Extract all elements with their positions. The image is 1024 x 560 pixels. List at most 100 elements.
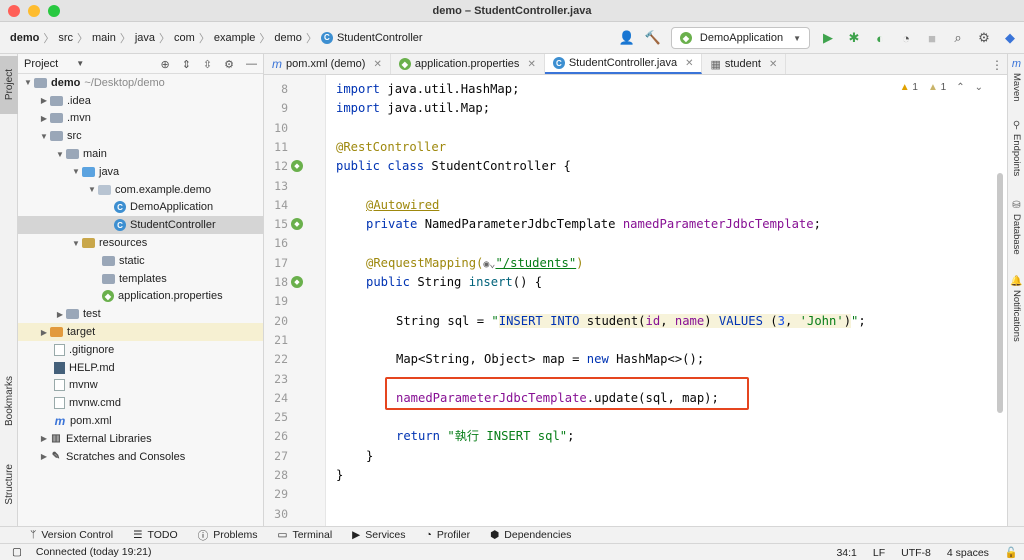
- layout-icon[interactable]: ▢: [12, 546, 22, 558]
- chevron-up-icon[interactable]: ⌃: [956, 82, 964, 93]
- breadcrumb-item[interactable]: src: [58, 32, 73, 44]
- spring-autowired-gutter-icon[interactable]: ◆: [291, 218, 303, 230]
- tab-dependencies[interactable]: ⬢ Dependencies: [490, 529, 571, 541]
- chevron-down-icon[interactable]: ▼: [22, 78, 34, 87]
- tree-item[interactable]: ▼ src: [18, 127, 263, 145]
- inspection-widget[interactable]: ▲ 1 ▲ 1 ⌃ ⌄: [900, 82, 983, 93]
- gear-icon[interactable]: ⚙: [224, 58, 234, 71]
- tree-item[interactable]: ▼ resources: [18, 234, 263, 252]
- stop-icon[interactable]: ■: [924, 30, 940, 46]
- profile-icon[interactable]: ◔: [898, 30, 914, 46]
- close-tab-icon[interactable]: ✕: [527, 59, 535, 70]
- debug-icon[interactable]: ✱: [846, 30, 862, 46]
- close-tab-icon[interactable]: ✕: [685, 58, 693, 69]
- chevron-down-icon[interactable]: ⌄: [975, 82, 983, 93]
- chevron-down-icon[interactable]: ▼: [76, 59, 84, 68]
- tab-student-table[interactable]: ▦ student ✕: [702, 54, 787, 74]
- chevron-down-icon[interactable]: ▼: [70, 167, 82, 176]
- tree-item[interactable]: ▶ test: [18, 305, 263, 323]
- close-tab-icon[interactable]: ✕: [373, 59, 381, 70]
- tab-structure-tool[interactable]: Structure: [0, 454, 18, 514]
- tab-application-properties[interactable]: ◆ application.properties ✕: [391, 54, 545, 74]
- minimize-window-button[interactable]: [28, 5, 40, 17]
- tab-project-tool[interactable]: Project: [0, 56, 18, 114]
- tab-pom-xml[interactable]: m pom.xml (demo) ✕: [264, 54, 391, 74]
- build-hammer-icon[interactable]: 🔨: [645, 30, 661, 46]
- tree-item[interactable]: ▶ ▥ External Libraries: [18, 430, 263, 448]
- caret-position[interactable]: 34:1: [836, 547, 856, 559]
- search-icon[interactable]: ⌕: [950, 30, 966, 46]
- jetbrains-logo-icon[interactable]: ◆: [1002, 30, 1018, 46]
- tree-item[interactable]: C StudentController: [18, 216, 263, 235]
- tree-item[interactable]: static: [18, 252, 263, 270]
- tab-bookmarks-tool[interactable]: Bookmarks: [0, 366, 18, 436]
- tree-item[interactable]: ▶ ✎ Scratches and Consoles: [18, 448, 263, 466]
- tree-item[interactable]: templates: [18, 270, 263, 288]
- weak-warning-count[interactable]: ▲ 1: [928, 82, 946, 93]
- file-encoding[interactable]: UTF-8: [901, 547, 931, 559]
- tab-maven-tool[interactable]: m Maven: [1008, 58, 1024, 102]
- editor-scrollbar[interactable]: [997, 173, 1003, 413]
- tree-item[interactable]: .gitignore: [18, 341, 263, 359]
- breadcrumb-item[interactable]: demo: [10, 32, 39, 44]
- indent-setting[interactable]: 4 spaces: [947, 547, 989, 559]
- tree-item[interactable]: ▼ main: [18, 145, 263, 163]
- tree-item[interactable]: HELP.md: [18, 359, 263, 377]
- tab-services[interactable]: ▶ Services: [352, 529, 405, 541]
- tree-item[interactable]: ◆ application.properties: [18, 288, 263, 306]
- chevron-down-icon[interactable]: ▼: [86, 185, 98, 194]
- chevron-down-icon[interactable]: ▼: [38, 132, 50, 141]
- tree-item[interactable]: ▶ target: [18, 323, 263, 341]
- tree-item[interactable]: ▶ .mvn: [18, 110, 263, 128]
- hide-icon[interactable]: —: [246, 58, 257, 70]
- code-editor[interactable]: 8 9 10 11 12 13 14 15 16 17 18 19 20 21 …: [264, 75, 1007, 526]
- lock-icon[interactable]: 🔓: [1005, 546, 1018, 559]
- tree-item[interactable]: ▼ java: [18, 163, 263, 181]
- line-separator[interactable]: LF: [873, 547, 885, 559]
- locate-icon[interactable]: ⊕: [160, 58, 169, 71]
- chevron-down-icon[interactable]: ▼: [70, 239, 82, 248]
- tree-item[interactable]: ▼ com.example.demo: [18, 181, 263, 199]
- warning-count[interactable]: ▲ 1: [900, 82, 918, 93]
- tree-item[interactable]: ▼ demo ~/Desktop/demo: [18, 74, 263, 92]
- coverage-icon[interactable]: ◐: [872, 30, 888, 46]
- tab-version-control[interactable]: ᛘ Version Control: [30, 529, 113, 541]
- gear-icon[interactable]: ⚙: [976, 30, 992, 46]
- chevron-right-icon[interactable]: ▶: [38, 114, 50, 123]
- close-tab-icon[interactable]: ✕: [769, 59, 777, 70]
- breadcrumb-item[interactable]: com: [174, 32, 195, 44]
- expand-all-icon[interactable]: ⇳: [203, 58, 212, 71]
- globe-icon[interactable]: ◉⌄: [483, 259, 495, 270]
- chevron-right-icon[interactable]: ▶: [54, 310, 66, 319]
- chevron-right-icon[interactable]: ▶: [38, 96, 50, 105]
- collapse-all-icon[interactable]: ⇕: [182, 58, 191, 71]
- chevron-down-icon[interactable]: ▼: [54, 150, 66, 159]
- chevron-right-icon[interactable]: ▶: [38, 452, 50, 461]
- spring-endpoint-gutter-icon[interactable]: ◆: [291, 276, 303, 288]
- zoom-window-button[interactable]: [48, 5, 60, 17]
- spring-bean-gutter-icon[interactable]: ◆: [291, 160, 303, 172]
- tree-item[interactable]: ▶ .idea: [18, 92, 263, 110]
- tree-item[interactable]: C DemoApplication: [18, 199, 263, 217]
- tab-terminal[interactable]: ▭ Terminal: [278, 529, 333, 541]
- chevron-right-icon[interactable]: ▶: [38, 328, 50, 337]
- close-window-button[interactable]: [8, 5, 20, 17]
- chevron-right-icon[interactable]: ▶: [38, 434, 50, 443]
- project-view-select[interactable]: Project: [24, 58, 58, 70]
- breadcrumb-item[interactable]: example: [214, 32, 256, 44]
- breadcrumb-item[interactable]: java: [135, 32, 155, 44]
- run-icon[interactable]: ▶: [820, 30, 836, 46]
- status-message[interactable]: Connected (today 19:21): [36, 546, 152, 558]
- tab-notifications-tool[interactable]: 🔔 Notifications: [1008, 276, 1024, 342]
- breadcrumb-item[interactable]: StudentController: [337, 32, 423, 44]
- user-icon[interactable]: 👤: [619, 30, 635, 46]
- tab-todo[interactable]: ☰ TODO: [133, 529, 178, 541]
- tab-student-controller[interactable]: C StudentController.java ✕: [544, 54, 703, 74]
- tab-database-tool[interactable]: ⛁ Database: [1008, 200, 1024, 255]
- tree-item[interactable]: m pom.xml: [18, 412, 263, 430]
- tree-item[interactable]: mvnw.cmd: [18, 394, 263, 412]
- tab-profiler[interactable]: ◔ Profiler: [426, 529, 471, 541]
- breadcrumb-item[interactable]: demo: [274, 32, 302, 44]
- tree-item[interactable]: mvnw: [18, 377, 263, 395]
- tab-endpoints-tool[interactable]: ⚲ Endpoints: [1008, 120, 1024, 176]
